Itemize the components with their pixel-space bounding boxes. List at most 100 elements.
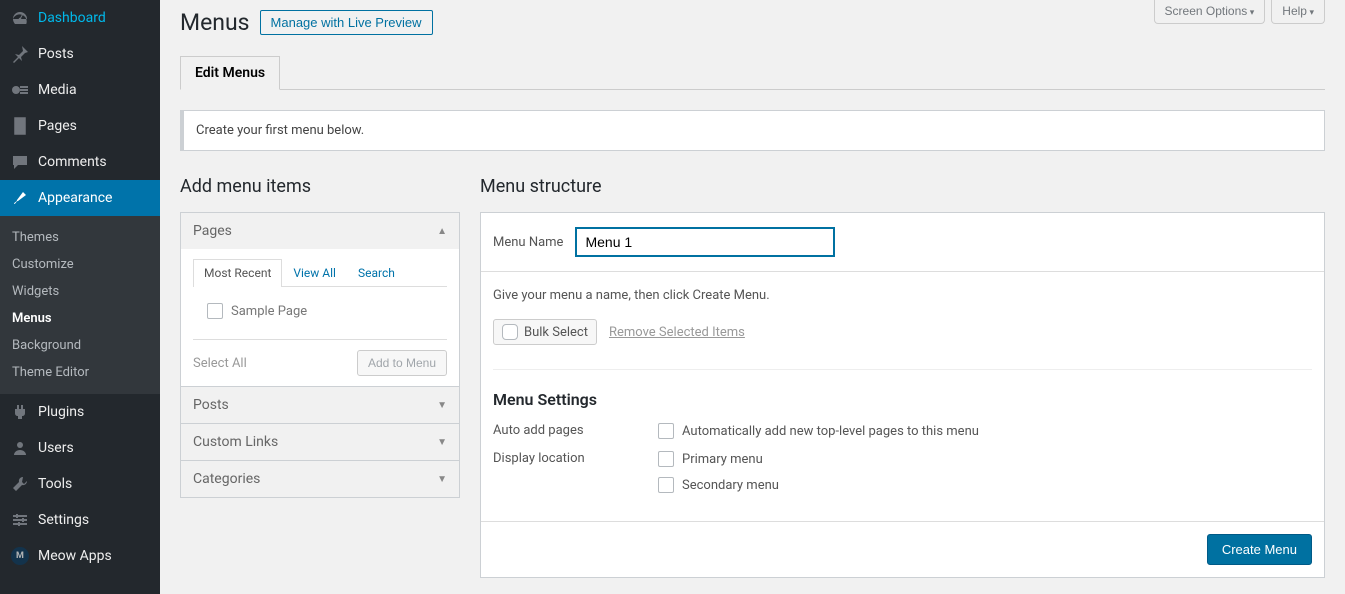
postbox-title: Categories [193,471,260,487]
bulk-actions: Bulk Select Remove Selected Items [493,319,1312,345]
expand-icon [437,400,447,411]
users-icon [10,438,30,458]
sidebar-label: Meow Apps [38,548,112,564]
display-location-label: Display location [493,451,658,493]
help-button[interactable]: Help [1271,0,1325,24]
metabox-holder: Pages Most Recent View All Search [180,212,460,498]
create-menu-button[interactable]: Create Menu [1207,534,1312,565]
postbox-pages-toggle[interactable]: Pages [181,213,459,249]
comments-icon [10,152,30,172]
postbox-pages-body: Most Recent View All Search Sample Page [181,249,459,386]
appearance-submenu: Themes Customize Widgets Menus Backgroun… [0,216,160,394]
sidebar-label: Appearance [38,190,112,206]
menu-name-label: Menu Name [493,235,563,250]
auto-add-row: Auto add pages Automatically add new top… [493,423,1312,439]
meow-icon: M [10,546,30,566]
expand-icon [437,474,447,485]
select-all-link[interactable]: Select All [193,356,247,371]
sidebar-label: Posts [38,46,74,62]
option-label: Automatically add new top-level pages to… [682,424,979,439]
checkbox-icon[interactable] [207,303,223,319]
secondary-menu-option[interactable]: Secondary menu [658,477,779,493]
plugin-icon [10,402,30,422]
auto-add-label: Auto add pages [493,423,658,439]
checkbox-icon[interactable] [658,423,674,439]
sidebar-item-appearance[interactable]: Appearance [0,180,160,216]
option-label: Primary menu [682,452,763,467]
info-notice: Create your first menu below. [180,110,1325,151]
sidebar-item-settings[interactable]: Settings [0,502,160,538]
page-icon [10,116,30,136]
primary-menu-option[interactable]: Primary menu [658,451,779,467]
dashboard-icon [10,8,30,28]
submenu-widgets[interactable]: Widgets [0,278,160,305]
nav-tabs: Edit Menus [180,56,1325,90]
sidebar-item-users[interactable]: Users [0,430,160,466]
postbox-title: Posts [193,397,229,413]
manage-live-preview-button[interactable]: Manage with Live Preview [260,10,433,35]
pin-icon [10,44,30,64]
submenu-customize[interactable]: Customize [0,251,160,278]
postbox-custom-links-toggle[interactable]: Custom Links [181,424,459,460]
settings-icon [10,510,30,530]
menu-settings-heading: Menu Settings [493,369,1312,409]
page-item-label: Sample Page [231,304,307,319]
remove-selected-link[interactable]: Remove Selected Items [609,325,745,340]
postbox-pages: Pages Most Recent View All Search [181,213,459,387]
submenu-theme-editor[interactable]: Theme Editor [0,359,160,386]
menu-structure-column: Menu structure Menu Name Give your menu … [480,176,1325,578]
add-to-menu-button[interactable]: Add to Menu [357,350,447,376]
checkbox-icon[interactable] [658,477,674,493]
collapse-icon [437,226,447,237]
sidebar-item-comments[interactable]: Comments [0,144,160,180]
submenu-menus[interactable]: Menus [0,305,160,332]
menu-body: Give your menu a name, then click Create… [481,272,1324,521]
postbox-custom-links: Custom Links [181,424,459,461]
sidebar-item-pages[interactable]: Pages [0,108,160,144]
menu-name-input[interactable] [575,227,835,257]
add-menu-items-column: Add menu items Pages Most Recent View Al… [180,176,460,498]
display-location-row: Display location Primary menu Secondary … [493,451,1312,493]
tab-most-recent[interactable]: Most Recent [193,259,282,287]
sidebar-label: Plugins [38,404,84,420]
submenu-themes[interactable]: Themes [0,224,160,251]
menu-footer: Create Menu [481,521,1324,577]
menu-edit-panel: Menu Name Give your menu a name, then cl… [480,212,1325,578]
bulk-select-button[interactable]: Bulk Select [493,319,597,345]
sidebar-item-posts[interactable]: Posts [0,36,160,72]
tab-search[interactable]: Search [347,259,406,286]
brush-icon [10,188,30,208]
submenu-background[interactable]: Background [0,332,160,359]
postbox-posts-toggle[interactable]: Posts [181,387,459,423]
screen-options-button[interactable]: Screen Options [1154,0,1266,24]
checkbox-icon[interactable] [658,451,674,467]
sidebar-label: Media [38,82,77,98]
sidebar-item-plugins[interactable]: Plugins [0,394,160,430]
page-item[interactable]: Sample Page [197,299,443,323]
sidebar-label: Tools [38,476,72,492]
admin-sidebar: Dashboard Posts Media Pages Comments App… [0,0,160,594]
sidebar-label: Pages [38,118,77,134]
sidebar-label: Users [38,440,74,456]
auto-add-option[interactable]: Automatically add new top-level pages to… [658,423,979,439]
tab-edit-menus[interactable]: Edit Menus [180,56,280,90]
sidebar-label: Dashboard [38,10,106,26]
pages-mini-tabs: Most Recent View All Search [193,259,447,287]
bulk-select-label: Bulk Select [524,325,588,340]
pages-list: Sample Page [193,287,447,335]
sidebar-item-media[interactable]: Media [0,72,160,108]
page-title: Menus [180,9,250,36]
option-label: Secondary menu [682,478,779,493]
postbox-title: Pages [193,223,232,239]
screen-meta: Screen Options Help [1154,0,1325,24]
tools-icon [10,474,30,494]
tab-view-all[interactable]: View All [282,259,347,286]
sidebar-item-meow-apps[interactable]: M Meow Apps [0,538,160,574]
sidebar-item-dashboard[interactable]: Dashboard [0,0,160,36]
postbox-categories-toggle[interactable]: Categories [181,461,459,497]
sidebar-label: Settings [38,512,89,528]
postbox-title: Custom Links [193,434,278,450]
expand-icon [437,437,447,448]
sidebar-item-tools[interactable]: Tools [0,466,160,502]
postbox-posts: Posts [181,387,459,424]
